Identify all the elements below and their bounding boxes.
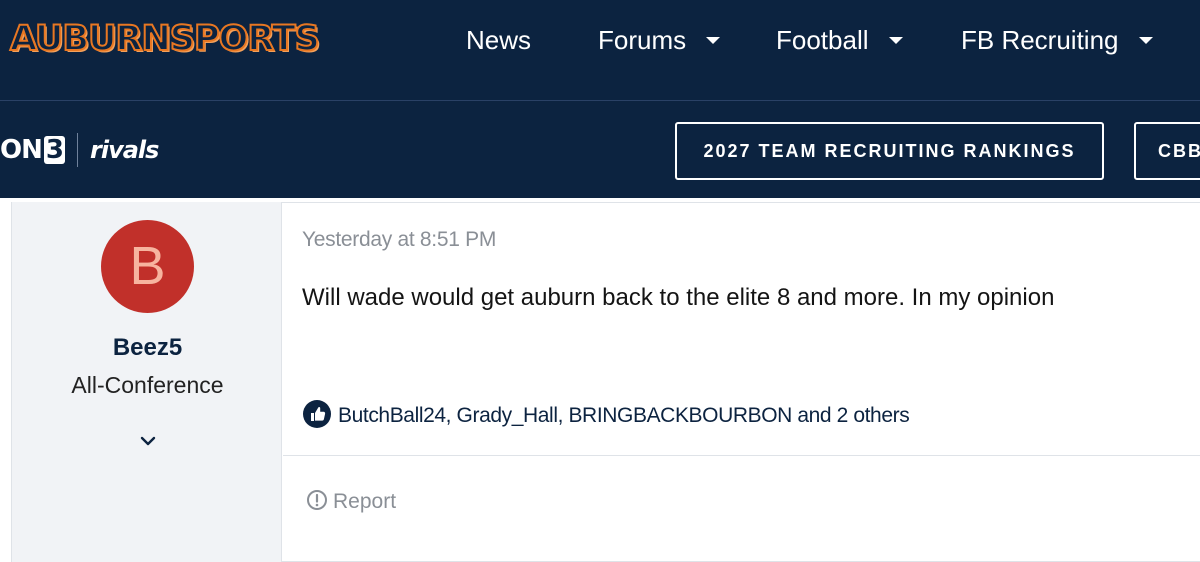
- top-navbar: AUBURNSPORTS News Forums Football FB Rec…: [0, 0, 1200, 101]
- team-recruiting-rankings-button[interactable]: 2027 TEAM RECRUITING RANKINGS: [675, 122, 1104, 180]
- reactions-summary[interactable]: ButchBall24, Grady_Hall, BRINGBACKBOURBO…: [303, 400, 910, 430]
- post-area: B Beez5 All-Conference: [0, 198, 1200, 562]
- report-link[interactable]: Report: [306, 489, 396, 515]
- chevron-down-icon: [1138, 36, 1153, 44]
- on3-logo-number: 3: [43, 135, 65, 165]
- avatar[interactable]: B: [101, 220, 194, 313]
- site-logo[interactable]: AUBURNSPORTS: [9, 17, 321, 61]
- nav-football[interactable]: Football: [776, 22, 903, 58]
- alert-circle-icon: [306, 489, 328, 511]
- reaction-users: ButchBall24, Grady_Hall, BRINGBACKBOURBO…: [338, 404, 910, 427]
- nav-forums[interactable]: Forums: [598, 22, 721, 58]
- post-author-column: B Beez5 All-Conference: [11, 202, 282, 562]
- nav-fb-recruiting-label: FB Recruiting: [961, 25, 1119, 55]
- on3-logo-text: ON: [0, 135, 43, 165]
- nav-football-label: Football: [776, 25, 869, 55]
- network-bar: ON 3 rivals 2027 TEAM RECRUITING RANKINGS…: [0, 101, 1200, 198]
- logo-divider: [77, 133, 78, 167]
- rivals-logo[interactable]: rivals: [90, 134, 159, 166]
- nav-fb-recruiting[interactable]: FB Recruiting: [961, 22, 1153, 58]
- post-footer-divider: [283, 455, 1200, 456]
- post-message: Will wade would get auburn back to the e…: [302, 284, 1055, 311]
- nav-news-label: News: [466, 25, 532, 55]
- report-label: Report: [333, 490, 397, 514]
- chevron-down-icon: [888, 36, 903, 44]
- on3-logo[interactable]: ON 3: [0, 135, 65, 165]
- nav-news[interactable]: News: [466, 22, 531, 58]
- user-title: All-Conference: [71, 372, 224, 398]
- username[interactable]: Beez5: [12, 334, 283, 362]
- thumbs-up-icon: [303, 400, 331, 428]
- chevron-down-icon[interactable]: [138, 432, 158, 450]
- cbb-button[interactable]: CBB: [1134, 122, 1200, 180]
- post-timestamp[interactable]: Yesterday at 8:51 PM: [302, 228, 496, 252]
- chevron-down-icon: [706, 36, 721, 44]
- nav-forums-label: Forums: [598, 25, 687, 55]
